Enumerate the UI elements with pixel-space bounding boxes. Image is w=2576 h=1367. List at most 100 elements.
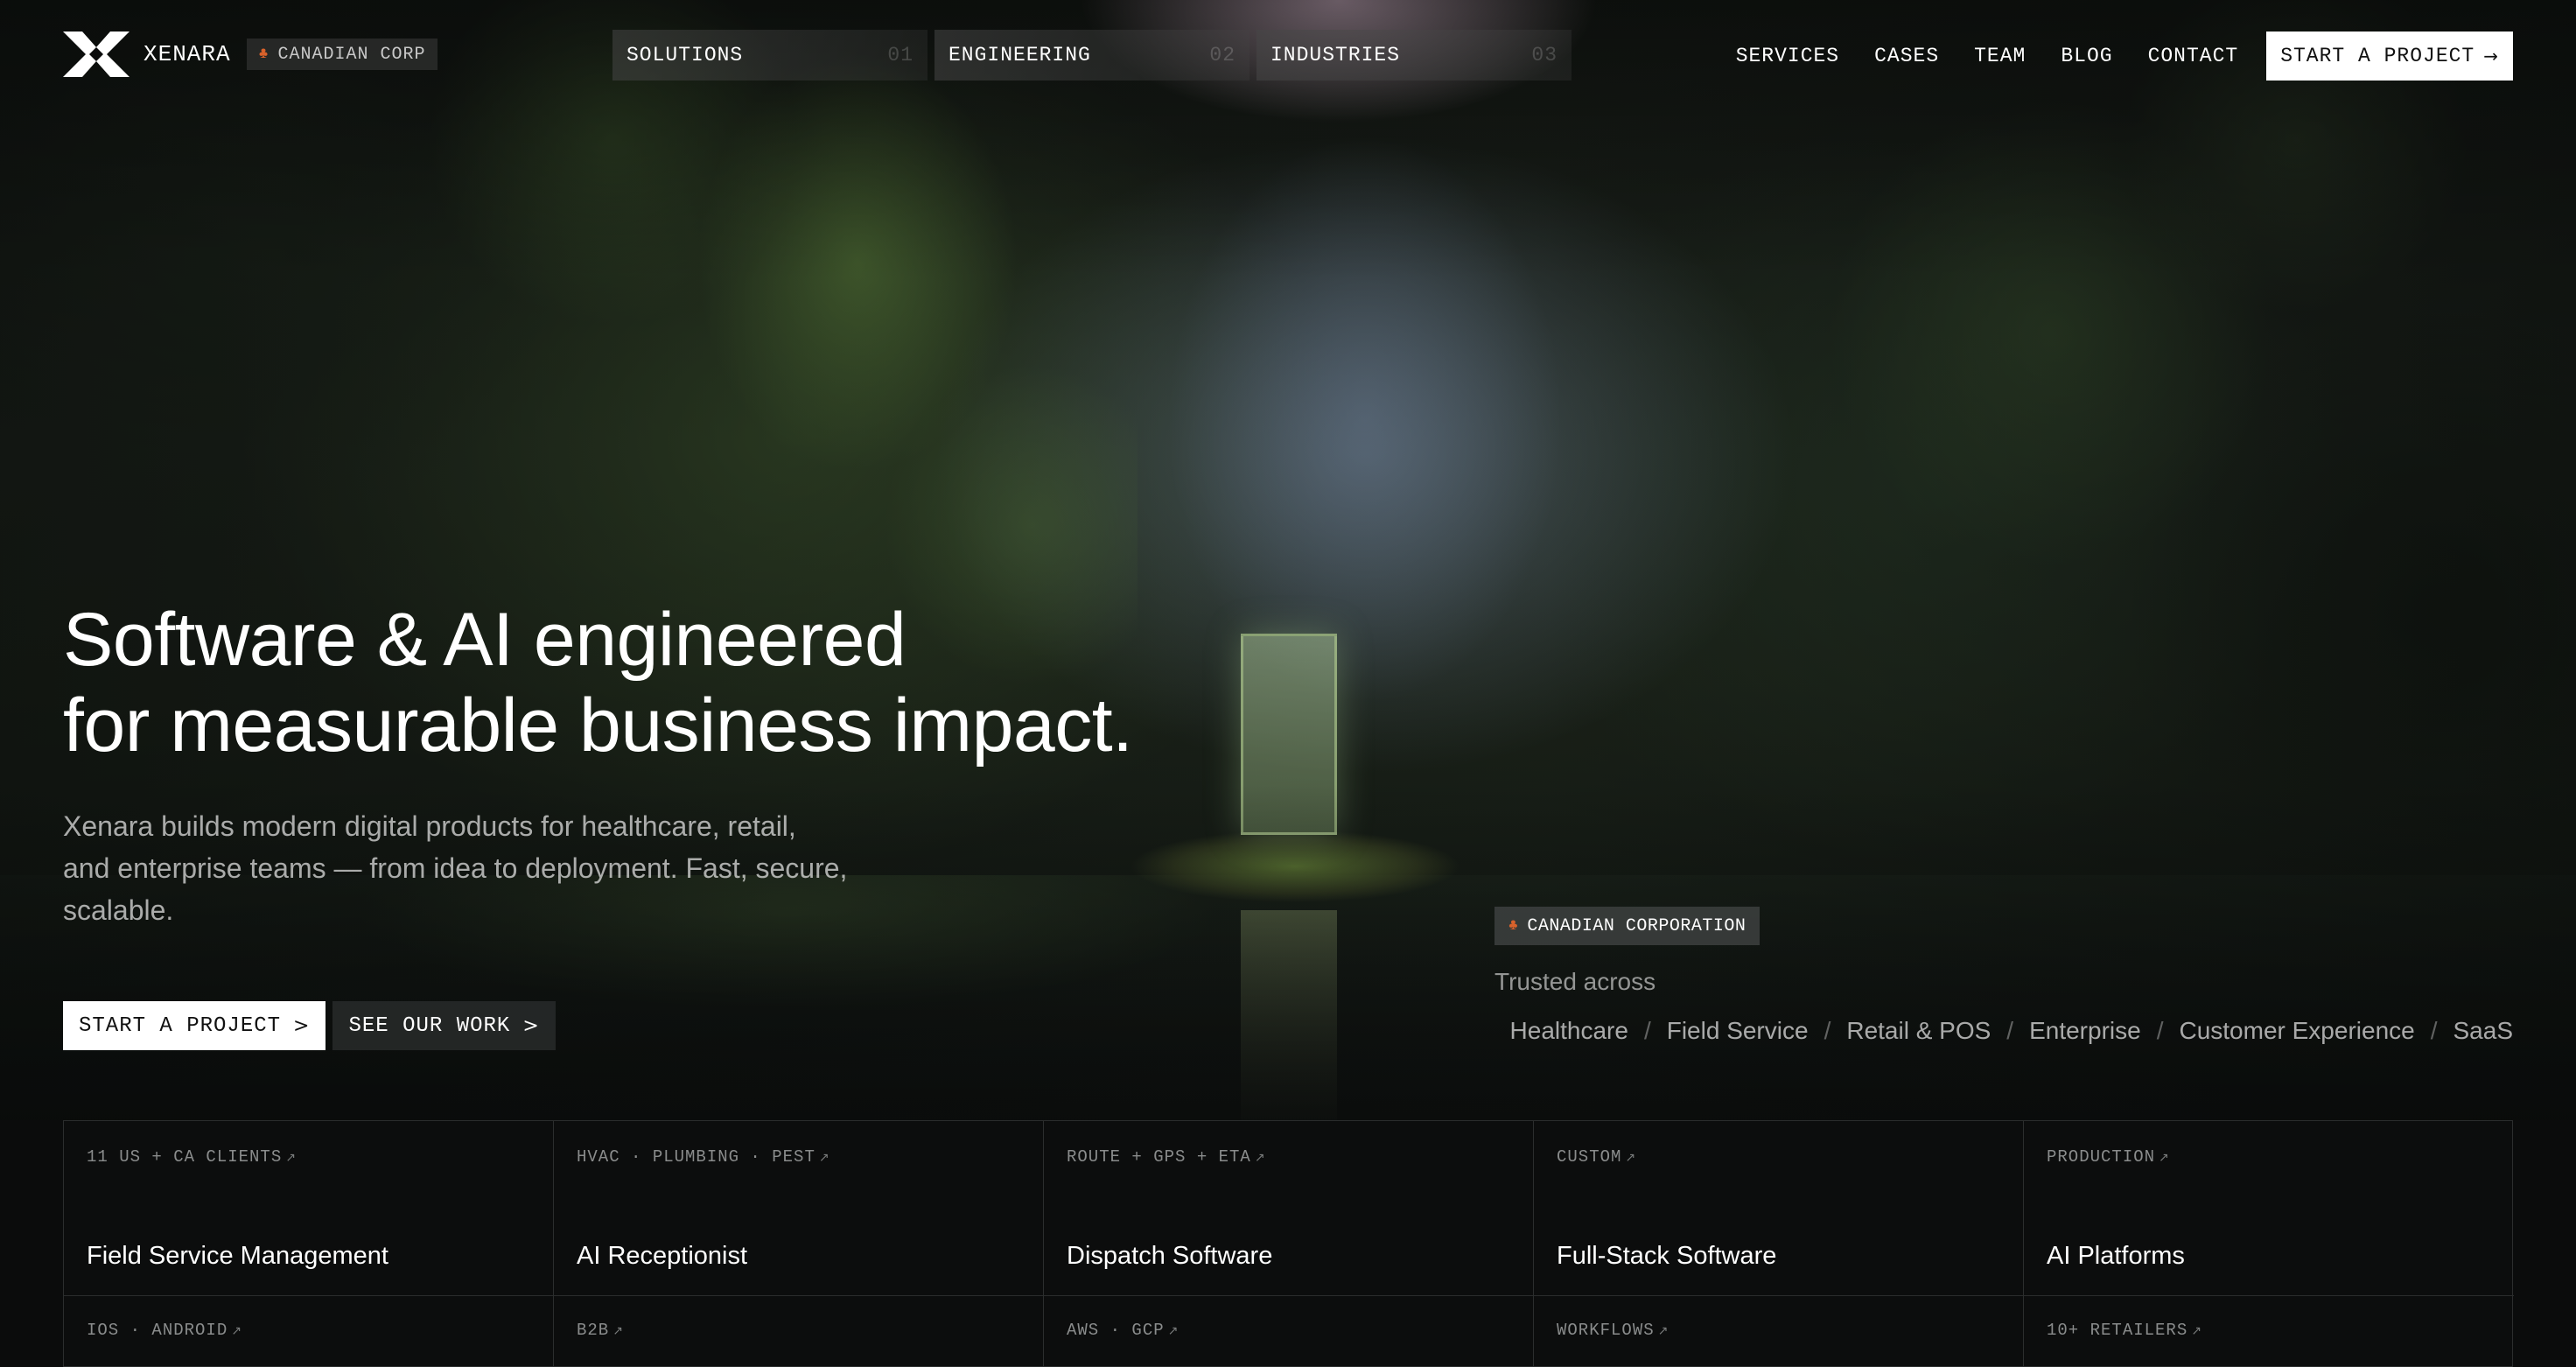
nav-link-team[interactable]: TEAM	[1974, 45, 2026, 67]
industry-item: SaaS	[2453, 1017, 2514, 1044]
card-tag: B2B ↗	[577, 1321, 624, 1340]
industry-list: Healthcare / Field Service / Retail & PO…	[1510, 1017, 2513, 1045]
tab-label: INDUSTRIES	[1270, 44, 1401, 67]
hero-headline: Software & AI engineered for measurable …	[63, 597, 1463, 768]
tab-label: SOLUTIONS	[626, 44, 744, 67]
brand-name[interactable]: XENARA	[144, 41, 231, 67]
chevron-right-icon: >	[522, 1014, 540, 1037]
secondary-nav: SERVICES CASES TEAM BLOG CONTACT START A…	[1736, 32, 2513, 81]
service-card-retailers[interactable]: 10+ RETAILERS ↗	[2024, 1296, 2514, 1367]
card-tag: HVAC · PLUMBING · PEST ↗	[577, 1147, 830, 1167]
card-tag: PRODUCTION ↗	[2047, 1147, 2170, 1167]
tag-text: HVAC · PLUMBING · PEST	[577, 1147, 816, 1167]
see-our-work-button[interactable]: SEE OUR WORK >	[332, 1001, 556, 1050]
chevron-right-icon: >	[293, 1014, 311, 1037]
badge-label: CANADIAN CORPORATION	[1527, 915, 1746, 936]
button-label: START A PROJECT	[79, 1013, 282, 1038]
separator: /	[2430, 1017, 2438, 1044]
start-project-button-nav[interactable]: START A PROJECT →	[2266, 32, 2513, 81]
card-title: AI Receptionist	[577, 1242, 748, 1270]
tag-text: WORKFLOWS	[1557, 1321, 1655, 1340]
external-arrow-icon: ↗	[612, 1324, 624, 1338]
maple-leaf-icon: ♣	[258, 46, 270, 63]
card-tag: IOS · ANDROID ↗	[87, 1321, 242, 1340]
external-arrow-icon: ↗	[1167, 1324, 1180, 1338]
external-arrow-icon: ↗	[2159, 1151, 2170, 1165]
separator: /	[1824, 1017, 1831, 1044]
top-navigation: XENARA ♣ CANADIAN CORP SOLUTIONS 01 ENGI…	[0, 0, 2576, 112]
card-tag: WORKFLOWS ↗	[1557, 1321, 1669, 1340]
card-title: Dispatch Software	[1067, 1242, 1273, 1270]
maple-leaf-icon: ♣	[1508, 917, 1519, 935]
tab-number: 02	[1209, 44, 1236, 67]
nav-link-blog[interactable]: BLOG	[2061, 45, 2112, 67]
corp-badge: ♣ CANADIAN CORP	[246, 39, 438, 70]
service-card-ai-receptionist[interactable]: HVAC · PLUMBING · PEST ↗ AI Receptionist	[554, 1121, 1044, 1296]
primary-tabs: SOLUTIONS 01 ENGINEERING 02 INDUSTRIES 0…	[612, 30, 1572, 81]
separator: /	[2006, 1017, 2014, 1044]
tag-text: 11 US + CA CLIENTS	[87, 1147, 283, 1167]
hero-subcopy: Xenara builds modern digital products fo…	[63, 810, 848, 926]
industry-item: Healthcare	[1509, 1017, 1628, 1044]
nav-link-services[interactable]: SERVICES	[1736, 45, 1839, 67]
external-arrow-icon: ↗	[231, 1324, 242, 1338]
external-arrow-icon: ↗	[2191, 1324, 2202, 1338]
hero-cta-group: START A PROJECT > SEE OUR WORK >	[63, 1001, 556, 1050]
industry-item: Customer Experience	[2179, 1017, 2415, 1044]
services-grid: 11 US + CA CLIENTS ↗ Field Service Manage…	[63, 1120, 2514, 1367]
tab-solutions[interactable]: SOLUTIONS 01	[612, 30, 928, 81]
button-label: SEE OUR WORK	[348, 1013, 511, 1038]
service-card-field-service[interactable]: 11 US + CA CLIENTS ↗ Field Service Manage…	[64, 1121, 554, 1296]
tag-text: B2B	[577, 1321, 610, 1340]
headline-line-2: for measurable business impact.	[63, 684, 1133, 768]
service-card-mobile[interactable]: IOS · ANDROID ↗	[64, 1296, 554, 1367]
service-card-ai-platforms[interactable]: PRODUCTION ↗ AI Platforms	[2024, 1121, 2514, 1296]
tag-text: IOS · ANDROID	[87, 1321, 228, 1340]
external-arrow-icon: ↗	[1254, 1151, 1266, 1165]
hero-background-image	[0, 0, 2576, 1120]
tag-text: AWS · GCP	[1067, 1321, 1165, 1340]
tab-industries[interactable]: INDUSTRIES 03	[1256, 30, 1572, 81]
service-card-dispatch[interactable]: ROUTE + GPS + ETA ↗ Dispatch Software	[1044, 1121, 1534, 1296]
external-arrow-icon: ↗	[285, 1151, 297, 1165]
industry-item: Field Service	[1666, 1017, 1809, 1044]
nav-link-contact[interactable]: CONTACT	[2148, 45, 2239, 67]
start-project-button[interactable]: START A PROJECT >	[63, 1001, 326, 1050]
headline-line-1: Software & AI engineered	[63, 598, 906, 682]
card-tag: ROUTE + GPS + ETA ↗	[1067, 1147, 1266, 1167]
card-tag: CUSTOM ↗	[1557, 1147, 1636, 1167]
nav-link-cases[interactable]: CASES	[1874, 45, 1939, 67]
tag-text: 10+ RETAILERS	[2047, 1321, 2188, 1340]
service-card-cloud[interactable]: AWS · GCP ↗	[1044, 1296, 1534, 1367]
trusted-across-label: Trusted across	[1494, 968, 1656, 995]
card-tag: AWS · GCP ↗	[1067, 1321, 1179, 1340]
brand[interactable]: XENARA ♣ CANADIAN CORP	[63, 32, 438, 77]
tag-text: ROUTE + GPS + ETA	[1067, 1147, 1251, 1167]
hero-overlay	[0, 0, 2576, 1120]
separator: /	[2156, 1017, 2164, 1044]
tab-engineering[interactable]: ENGINEERING 02	[934, 30, 1250, 81]
industry-item: Retail & POS	[1846, 1017, 1992, 1044]
card-title: AI Platforms	[2047, 1242, 2185, 1270]
industry-item: Enterprise	[2029, 1017, 2141, 1044]
card-tag: 11 US + CA CLIENTS ↗	[87, 1147, 297, 1167]
service-card-workflows[interactable]: WORKFLOWS ↗	[1534, 1296, 2024, 1367]
tag-text: CUSTOM	[1557, 1147, 1622, 1167]
xenara-logo-icon[interactable]	[63, 32, 130, 77]
card-title: Field Service Management	[87, 1242, 388, 1270]
service-card-full-stack[interactable]: CUSTOM ↗ Full-Stack Software	[1534, 1121, 2024, 1296]
separator: /	[1643, 1017, 1651, 1044]
card-tag: 10+ RETAILERS ↗	[2047, 1321, 2202, 1340]
corp-badge-label: CANADIAN CORP	[277, 44, 426, 65]
tag-text: PRODUCTION	[2047, 1147, 2156, 1167]
service-card-b2b[interactable]: B2B ↗	[554, 1296, 1044, 1367]
cta-label: START A PROJECT	[2280, 45, 2475, 67]
tab-number: 03	[1531, 44, 1558, 67]
external-arrow-icon: ↗	[818, 1151, 830, 1165]
external-arrow-icon: ↗	[1657, 1324, 1670, 1338]
canadian-corporation-badge: ♣ CANADIAN CORPORATION	[1494, 907, 1760, 945]
external-arrow-icon: ↗	[1625, 1151, 1637, 1165]
arrow-right-icon: →	[2483, 46, 2499, 67]
tab-label: ENGINEERING	[948, 44, 1091, 67]
card-title: Full-Stack Software	[1557, 1242, 1777, 1270]
